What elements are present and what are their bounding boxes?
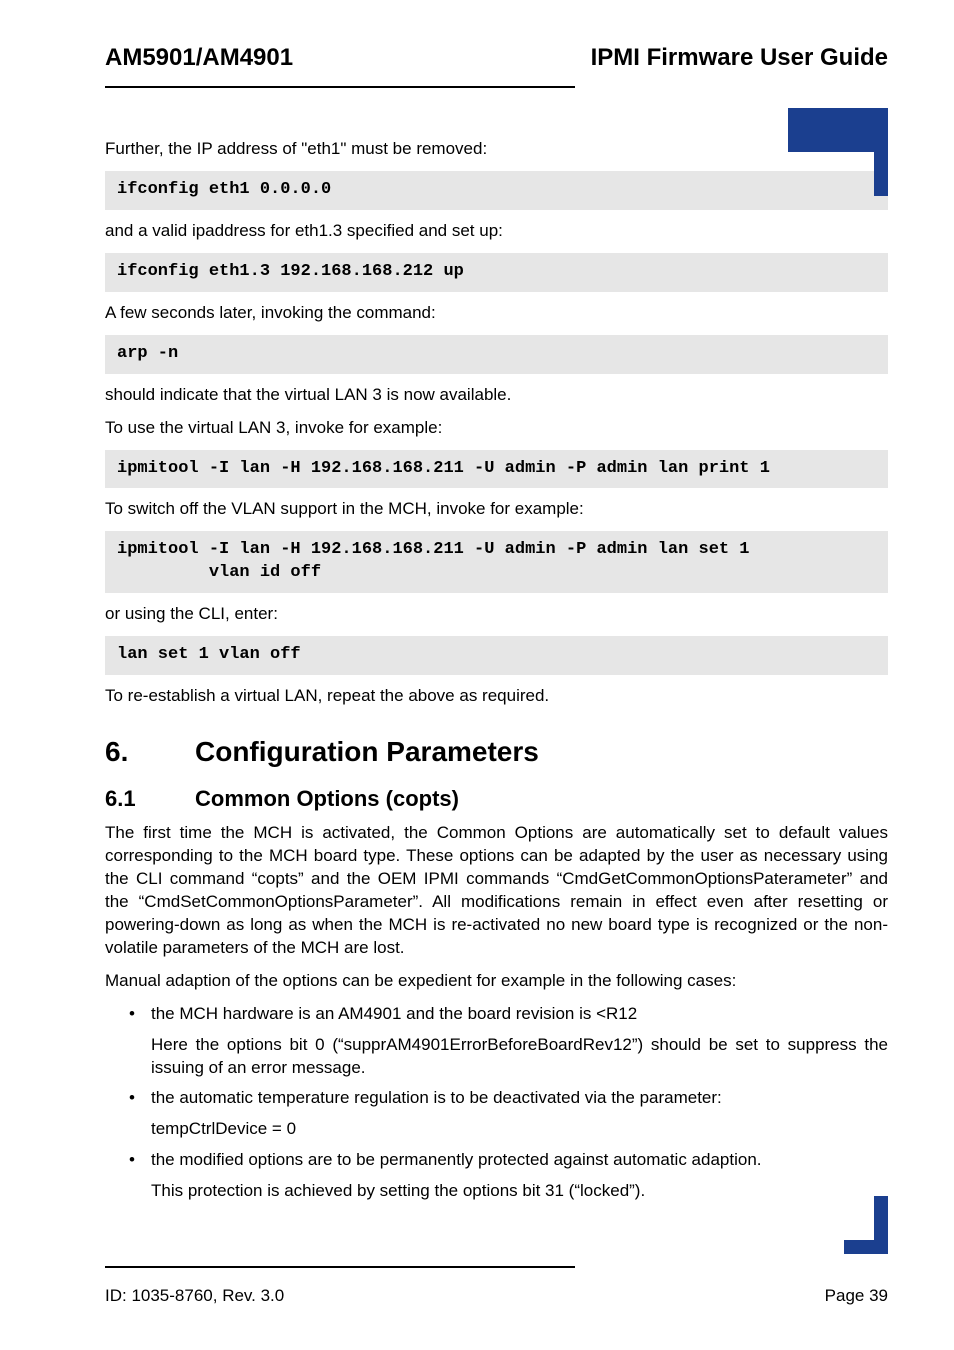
code-block: ipmitool -I lan -H 192.168.168.211 -U ad… <box>105 531 888 593</box>
paragraph: To switch off the VLAN support in the MC… <box>105 498 888 521</box>
paragraph: and a valid ipaddress for eth1.3 specifi… <box>105 220 888 243</box>
section-number: 6. <box>105 736 195 768</box>
footer-page: Page 39 <box>825 1286 888 1306</box>
header-right: IPMI Firmware User Guide <box>591 44 888 72</box>
code-block: ipmitool -I lan -H 192.168.168.211 -U ad… <box>105 450 888 489</box>
list-item: the MCH hardware is an AM4901 and the bo… <box>129 1003 888 1026</box>
paragraph: Manual adaption of the options can be ex… <box>105 970 888 993</box>
list-item-detail: tempCtrlDevice = 0 <box>151 1118 888 1141</box>
list-item: the automatic temperature regulation is … <box>129 1087 888 1110</box>
bullet-list: the modified options are to be permanent… <box>105 1149 888 1172</box>
corner-decoration-top <box>788 108 888 152</box>
paragraph: should indicate that the virtual LAN 3 i… <box>105 384 888 407</box>
bullet-list: the automatic temperature regulation is … <box>105 1087 888 1110</box>
footer-id: ID: 1035-8760, Rev. 3.0 <box>105 1286 284 1306</box>
section-heading-6-1: 6.1 Common Options (copts) <box>105 786 888 812</box>
list-item-detail: Here the options bit 0 (“supprAM4901Erro… <box>151 1034 888 1080</box>
paragraph: The first time the MCH is activated, the… <box>105 822 888 960</box>
paragraph: or using the CLI, enter: <box>105 603 888 626</box>
code-block: lan set 1 vlan off <box>105 636 888 675</box>
list-item-detail: This protection is achieved by setting t… <box>151 1180 888 1203</box>
footer-rule <box>105 1266 575 1268</box>
paragraph: A few seconds later, invoking the comman… <box>105 302 888 325</box>
section-title: Configuration Parameters <box>195 736 539 768</box>
page-header: AM5901/AM4901 IPMI Firmware User Guide <box>105 44 888 72</box>
bullet-list: the MCH hardware is an AM4901 and the bo… <box>105 1003 888 1026</box>
header-rule <box>105 86 575 88</box>
page-content: Further, the IP address of "eth1" must b… <box>105 138 888 1203</box>
section-number: 6.1 <box>105 786 195 812</box>
paragraph: To re-establish a virtual LAN, repeat th… <box>105 685 888 708</box>
paragraph: Further, the IP address of "eth1" must b… <box>105 138 888 161</box>
code-block: ifconfig eth1 0.0.0.0 <box>105 171 888 210</box>
code-block: ifconfig eth1.3 192.168.168.212 up <box>105 253 888 292</box>
list-item: the modified options are to be permanent… <box>129 1149 888 1172</box>
page-footer: ID: 1035-8760, Rev. 3.0 Page 39 <box>105 1266 888 1306</box>
code-block: arp -n <box>105 335 888 374</box>
paragraph: To use the virtual LAN 3, invoke for exa… <box>105 417 888 440</box>
section-heading-6: 6. Configuration Parameters <box>105 736 888 768</box>
section-title: Common Options (copts) <box>195 786 459 812</box>
header-left: AM5901/AM4901 <box>105 44 293 72</box>
corner-decoration-bottom <box>874 1196 888 1240</box>
